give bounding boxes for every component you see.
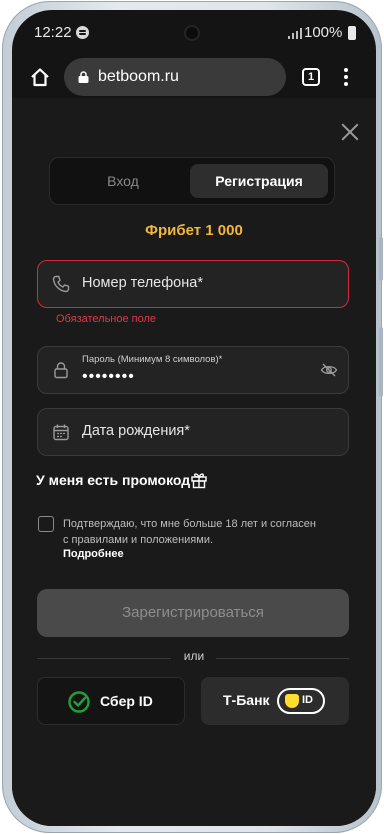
consent-checkbox[interactable] xyxy=(38,516,54,532)
tbank-shield-icon xyxy=(285,694,299,708)
spotify-icon xyxy=(76,26,89,39)
calendar-icon xyxy=(53,424,69,441)
divider-right xyxy=(216,658,349,659)
tab-register[interactable]: Регистрация xyxy=(190,164,328,198)
browser-toolbar: betboom.ru 1 xyxy=(12,56,376,98)
status-bar: 12:22 100% xyxy=(12,10,376,56)
password-field[interactable]: Пароль (Минимум 8 символов)* •••••••• xyxy=(37,346,349,394)
phone-icon xyxy=(52,275,70,293)
url-text: betboom.ru xyxy=(98,68,179,85)
password-label: Пароль (Минимум 8 символов)* xyxy=(82,354,223,365)
birthdate-field[interactable]: Дата рождения* xyxy=(37,408,349,456)
volume-button xyxy=(379,327,383,397)
tbank-label: Т-Банк xyxy=(223,692,270,708)
front-camera xyxy=(184,25,200,41)
promo-toggle[interactable]: У меня есть промокод xyxy=(36,472,190,488)
eye-slash-icon[interactable] xyxy=(320,362,338,378)
battery-percent: 100% xyxy=(304,24,343,41)
phone-placeholder: Номер телефона* xyxy=(82,275,203,291)
close-icon[interactable] xyxy=(341,123,359,141)
sber-id-button[interactable]: Сбер ID xyxy=(37,677,185,725)
phone-field[interactable]: Номер телефона* xyxy=(37,260,349,308)
tab-switcher-button[interactable]: 1 xyxy=(302,68,320,86)
battery-icon xyxy=(348,26,356,40)
consent-text: Подтверждаю, что мне больше 18 лет и сог… xyxy=(63,518,316,546)
auth-tabs: Вход Регистрация xyxy=(49,157,335,205)
phone-error-text: Обязательное поле xyxy=(56,313,157,325)
tbank-id-badge: ID xyxy=(277,688,325,714)
divider-text: или xyxy=(183,649,205,663)
password-value: •••••••• xyxy=(82,368,135,385)
home-icon[interactable] xyxy=(30,67,50,87)
birthdate-placeholder: Дата рождения* xyxy=(82,423,190,439)
status-time: 12:22 xyxy=(34,24,72,41)
screen: 12:22 100% betboom.ru 1 Вход Регистрация… xyxy=(12,10,376,826)
lock-icon xyxy=(54,362,68,379)
signal-icon xyxy=(288,28,302,39)
tab-login[interactable]: Вход xyxy=(56,164,190,198)
lock-icon xyxy=(78,71,89,83)
tbank-id-text: ID xyxy=(302,694,313,706)
power-button xyxy=(379,237,383,281)
tbank-id-button[interactable]: Т-Банк ID xyxy=(201,677,349,725)
sber-id-label: Сбер ID xyxy=(100,693,153,709)
more-info-link[interactable]: Подробнее xyxy=(63,548,124,560)
phone-frame: 12:22 100% betboom.ru 1 Вход Регистрация… xyxy=(2,1,383,833)
gift-icon[interactable] xyxy=(190,471,208,489)
more-options-icon[interactable] xyxy=(344,68,348,86)
address-bar[interactable]: betboom.ru xyxy=(64,58,286,96)
sber-logo-icon xyxy=(68,691,90,713)
register-button[interactable]: Зарегистрироваться xyxy=(37,589,349,637)
bonus-text: Фрибет 1 000 xyxy=(145,222,243,239)
registration-page: Вход Регистрация Фрибет 1 000 Номер теле… xyxy=(12,98,376,826)
